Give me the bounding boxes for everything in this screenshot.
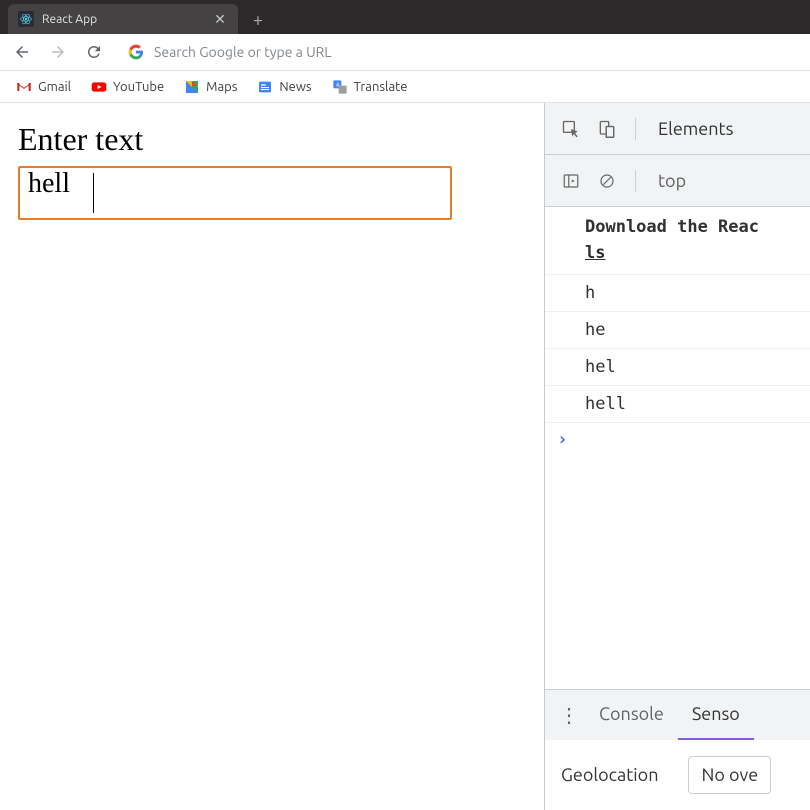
sensors-panel: Geolocation No ove (545, 740, 810, 810)
news-icon (257, 79, 273, 95)
bookmark-maps[interactable]: Maps (176, 75, 245, 99)
devtools-panel: Elements top Download the Reac ls h he h… (544, 103, 810, 810)
devtools-tab-elements[interactable]: Elements (646, 119, 745, 139)
bookmark-label: News (279, 80, 311, 94)
toolbar-divider (635, 170, 636, 192)
console-context[interactable]: top (658, 171, 686, 191)
bookmark-label: Translate (354, 80, 408, 94)
google-icon (128, 44, 144, 60)
toolbar-divider (635, 118, 636, 140)
close-tab-icon[interactable]: ✕ (212, 11, 228, 27)
reload-button[interactable] (80, 38, 108, 66)
text-caret (93, 173, 94, 213)
browser-tab[interactable]: React App ✕ (8, 4, 238, 34)
drawer-tab-bar: ⋮ Console Senso (545, 690, 810, 740)
translate-icon: A (332, 79, 348, 95)
console-prompt-icon[interactable]: › (545, 423, 810, 456)
address-placeholder: Search Google or type a URL (154, 44, 332, 60)
drawer-tab-console[interactable]: Console (585, 690, 678, 740)
browser-tab-strip: React App ✕ + (0, 0, 810, 34)
react-favicon (18, 11, 34, 27)
devtools-console-toolbar: top (545, 155, 810, 207)
bookmark-news[interactable]: News (249, 75, 319, 99)
tab-title: React App (42, 13, 204, 26)
devtools-drawer: ⋮ Console Senso Geolocation No ove (545, 689, 810, 810)
bookmark-gmail[interactable]: Gmail (8, 75, 79, 99)
bookmark-translate[interactable]: A Translate (324, 75, 416, 99)
console-message: Download the Reac ls (545, 207, 810, 275)
geolocation-select[interactable]: No ove (688, 756, 771, 794)
bookmark-label: Maps (206, 80, 237, 94)
back-button[interactable] (8, 38, 36, 66)
console-log-entry: hel (545, 349, 810, 386)
console-log-entry: he (545, 312, 810, 349)
svg-text:A: A (336, 82, 340, 88)
gmail-icon (16, 79, 32, 95)
bookmark-youtube[interactable]: YouTube (83, 75, 172, 99)
clear-console-icon[interactable] (589, 163, 625, 199)
console-log-entry: h (545, 275, 810, 312)
address-bar[interactable]: Search Google or type a URL (116, 38, 802, 66)
devtools-main-toolbar: Elements (545, 103, 810, 155)
console-sidebar-toggle-icon[interactable] (553, 163, 589, 199)
bookmark-label: YouTube (113, 80, 164, 94)
bookmarks-bar: Gmail YouTube Maps News A Translate (0, 71, 810, 103)
navigation-bar: Search Google or type a URL (0, 34, 810, 71)
page-content: Enter text hell (0, 103, 544, 810)
device-toggle-icon[interactable] (589, 111, 625, 147)
inspect-element-icon[interactable] (553, 111, 589, 147)
forward-button[interactable] (44, 38, 72, 66)
new-tab-button[interactable]: + (244, 6, 272, 34)
maps-icon (184, 79, 200, 95)
geolocation-label: Geolocation (561, 765, 658, 785)
text-input[interactable]: hell (18, 166, 452, 220)
bookmark-label: Gmail (38, 80, 71, 94)
console-output[interactable]: Download the Reac ls h he hel hell › (545, 207, 810, 689)
youtube-icon (91, 79, 107, 95)
console-log-entry: hell (545, 386, 810, 423)
drawer-tab-sensors[interactable]: Senso (678, 690, 754, 740)
page-heading: Enter text (18, 121, 526, 158)
more-tools-icon[interactable]: ⋮ (553, 699, 585, 731)
